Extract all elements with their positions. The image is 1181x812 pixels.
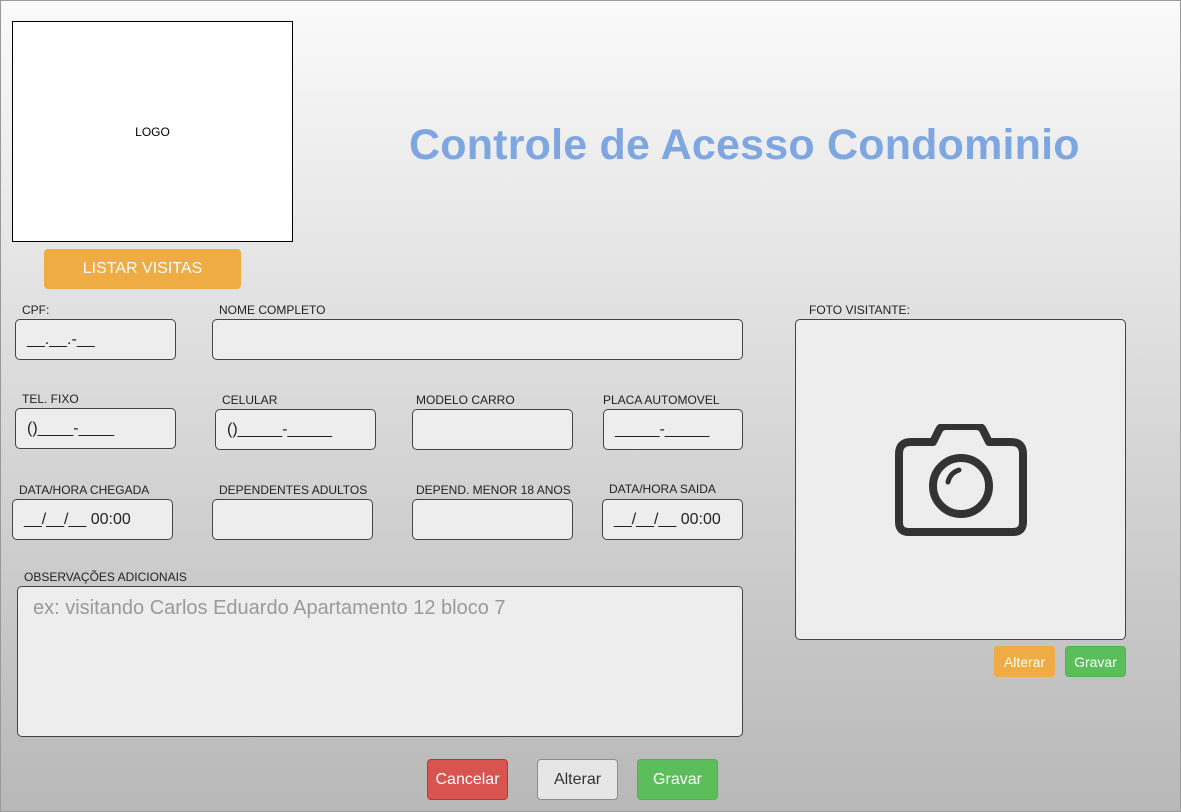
landline-label: TEL. FIXO [22, 392, 79, 406]
arrival-label: DATA/HORA CHEGADA [19, 483, 150, 497]
photo-save-button[interactable]: Gravar [1065, 646, 1126, 677]
landline-input[interactable]: ()____-____ [15, 408, 176, 449]
plate-input[interactable]: _____-_____ [603, 409, 743, 450]
list-visits-button[interactable]: LISTAR VISITAS [44, 249, 241, 289]
camera-icon [894, 423, 1027, 536]
adult-dependents-input[interactable] [212, 499, 373, 540]
notes-textarea[interactable]: ex: visitando Carlos Eduardo Apartamento… [17, 586, 743, 737]
notes-label: OBSERVAÇÕES ADICIONAIS [24, 570, 187, 584]
form-window: LOGO Controle de Acesso Condominio LISTA… [0, 0, 1181, 812]
minor-dependents-label: DEPEND. MENOR 18 ANOS [416, 483, 571, 497]
cpf-label: CPF: [22, 303, 50, 317]
photo-alter-button[interactable]: Alterar [994, 646, 1055, 677]
plate-label: PLACA AUTOMOVEL [603, 393, 720, 407]
page-title: Controle de Acesso Condominio [409, 121, 1080, 169]
car-model-label: MODELO CARRO [416, 393, 515, 407]
full-name-input[interactable] [212, 319, 743, 360]
logo-text: LOGO [135, 124, 170, 139]
cancel-button[interactable]: Cancelar [427, 759, 508, 800]
minor-dependents-input[interactable] [412, 499, 573, 540]
save-button[interactable]: Gravar [637, 759, 718, 800]
photo-label: FOTO VISITANTE: [809, 303, 910, 317]
full-name-label: NOME COMPLETO [219, 303, 326, 317]
arrival-input[interactable]: __/__/__ 00:00 [12, 499, 173, 540]
departure-label: DATA/HORA SAIDA [609, 482, 716, 496]
alter-button[interactable]: Alterar [537, 759, 618, 800]
mobile-label: CELULAR [222, 393, 278, 407]
adult-dependents-label: DEPENDENTES ADULTOS [219, 483, 368, 497]
mobile-input[interactable]: ()_____-_____ [215, 409, 376, 450]
car-model-input[interactable] [412, 409, 573, 450]
departure-input[interactable]: __/__/__ 00:00 [602, 499, 743, 540]
cpf-input[interactable]: __.__.-__ [15, 319, 176, 360]
logo-placeholder: LOGO [12, 21, 293, 242]
visitor-photo-area[interactable] [795, 319, 1126, 640]
